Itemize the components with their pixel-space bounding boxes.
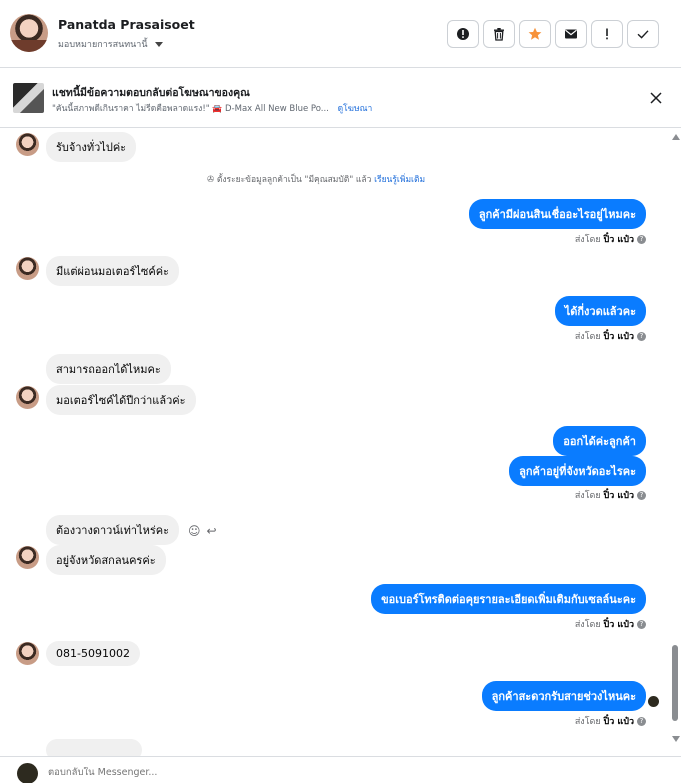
spam-icon [457, 28, 469, 40]
customer-avatar-small [16, 257, 39, 280]
scrollbar-thumb[interactable] [672, 645, 678, 721]
customer-name[interactable]: Panatda Prasaisoet [58, 17, 195, 32]
system-note: ✇ ตั้งระยะข้อมูลลูกค้าเป็น "มีคุณสมบัติ"… [207, 172, 425, 186]
customer-avatar-small [16, 386, 39, 409]
incoming-message[interactable]: มีแต่ผ่อนมอเตอร์ไซค์ค่ะ [46, 256, 179, 286]
ad-banner-subtitle: "คันนี้สภาพดีเกินราคา ไม่รีดคือพลาดแรง!"… [52, 101, 372, 115]
follow-up-button[interactable] [591, 20, 623, 48]
alert-icon [606, 28, 608, 40]
assign-label: มอบหมายการสนทนานี้ [58, 40, 148, 50]
sent-by-label: ส่งโดย ปิ๋ว แป๋ว? [575, 329, 646, 343]
seen-avatar [648, 696, 659, 707]
ad-product: D-Max All New Blue Po... [225, 104, 329, 114]
sent-by-label: ส่งโดย ปิ๋ว แป๋ว? [575, 232, 646, 246]
outgoing-message[interactable]: ลูกค้ามีผ่อนสินเชื่ออะไรอยู่ไหมคะ [468, 199, 646, 229]
scroll-up-icon[interactable] [672, 134, 680, 140]
caret-down-icon [154, 41, 163, 47]
mark-unread-button[interactable] [555, 20, 587, 48]
reply-composer [0, 756, 681, 783]
incoming-message[interactable]: ต้องวางดาวน์เท่าไหร่คะ [46, 515, 180, 545]
scroll-down-icon[interactable] [672, 736, 680, 742]
message-actions: ☺ ↩ [188, 524, 217, 538]
header-actions [447, 20, 659, 48]
ad-thumbnail[interactable] [13, 83, 44, 113]
sent-by-label: ส่งโดย ปิ๋ว แป๋ว? [575, 617, 646, 631]
lead-stage-icon: ✇ [207, 175, 215, 185]
trash-icon [494, 28, 504, 41]
ad-quote: "คันนี้สภาพดีเกินราคา ไม่รีดคือพลาดแรง!" [52, 104, 210, 114]
message-thread[interactable]: รับจ้างทั่วไปค่ะ ✇ ตั้งระยะข้อมูลลูกค้าเ… [0, 128, 668, 756]
react-emoji-icon[interactable]: ☺ [188, 524, 201, 538]
customer-avatar-small [16, 642, 39, 665]
help-icon[interactable]: ? [637, 491, 646, 500]
ad-banner-title: แชทนี้มีข้อความตอบกลับต่อโฆษณาของคุณ [52, 87, 250, 99]
incoming-message[interactable]: รับจ้างทั่วไปค่ะ [46, 132, 137, 162]
star-button[interactable] [519, 20, 551, 48]
incoming-message[interactable]: 081-5091002 [46, 641, 140, 666]
incoming-message[interactable]: มอเตอร์ไซค์ได้ปีกว่าแล้วค่ะ [46, 385, 196, 415]
star-icon [528, 27, 542, 40]
scrollbar[interactable] [669, 128, 681, 756]
mail-icon [565, 29, 577, 39]
outgoing-message[interactable]: ออกได้ค่ะลูกค้า [553, 426, 646, 456]
outgoing-message[interactable]: ได้กี่งวดแล้วคะ [554, 296, 646, 326]
reply-input[interactable] [48, 767, 448, 778]
outgoing-message[interactable]: ขอเบอร์โทรติดต่อคุยรายละเอียดเพิ่มเติมกั… [371, 584, 646, 614]
conversation-header: Panatda Prasaisoet มอบหมายการสนทนานี้ [0, 0, 681, 68]
customer-avatar-small [16, 546, 39, 569]
mark-done-button[interactable] [627, 20, 659, 48]
help-icon[interactable]: ? [637, 620, 646, 629]
incoming-message-partial[interactable] [46, 739, 142, 756]
ad-reply-banner: แชทนี้มีข้อความตอบกลับต่อโฆษณาของคุณ "คั… [0, 69, 681, 128]
sent-by-label: ส่งโดย ปิ๋ว แป๋ว? [575, 714, 646, 728]
delete-button[interactable] [483, 20, 515, 48]
car-icon: 🚘 [212, 104, 223, 113]
learn-more-link[interactable]: เรียนรู้เพิ่มเติม [374, 175, 425, 185]
view-ad-link[interactable]: ดูโฆษณา [338, 104, 373, 114]
spam-button[interactable] [447, 20, 479, 48]
help-icon[interactable]: ? [637, 235, 646, 244]
reply-icon[interactable]: ↩ [207, 524, 217, 538]
customer-avatar[interactable] [10, 14, 48, 52]
close-icon[interactable] [649, 91, 663, 105]
system-note-text: ตั้งระยะข้อมูลลูกค้าเป็น "มีคุณสมบัติ" แ… [216, 175, 372, 185]
customer-avatar-small [16, 133, 39, 156]
page-avatar [17, 763, 38, 783]
help-icon[interactable]: ? [637, 332, 646, 341]
incoming-message[interactable]: อยู่จังหวัดสกลนครค่ะ [46, 545, 166, 575]
assign-conversation-dropdown[interactable]: มอบหมายการสนทนานี้ [58, 37, 163, 51]
incoming-message[interactable]: สามารถออกได้ไหมคะ [46, 354, 171, 384]
check-icon [637, 30, 649, 39]
help-icon[interactable]: ? [637, 717, 646, 726]
sent-by-label: ส่งโดย ปิ๋ว แป๋ว? [575, 488, 646, 502]
outgoing-message[interactable]: ลูกค้าสะดวกรับสายช่วงไหนคะ [481, 681, 646, 711]
outgoing-message[interactable]: ลูกค้าอยู่ที่จังหวัดอะไรคะ [509, 456, 646, 486]
